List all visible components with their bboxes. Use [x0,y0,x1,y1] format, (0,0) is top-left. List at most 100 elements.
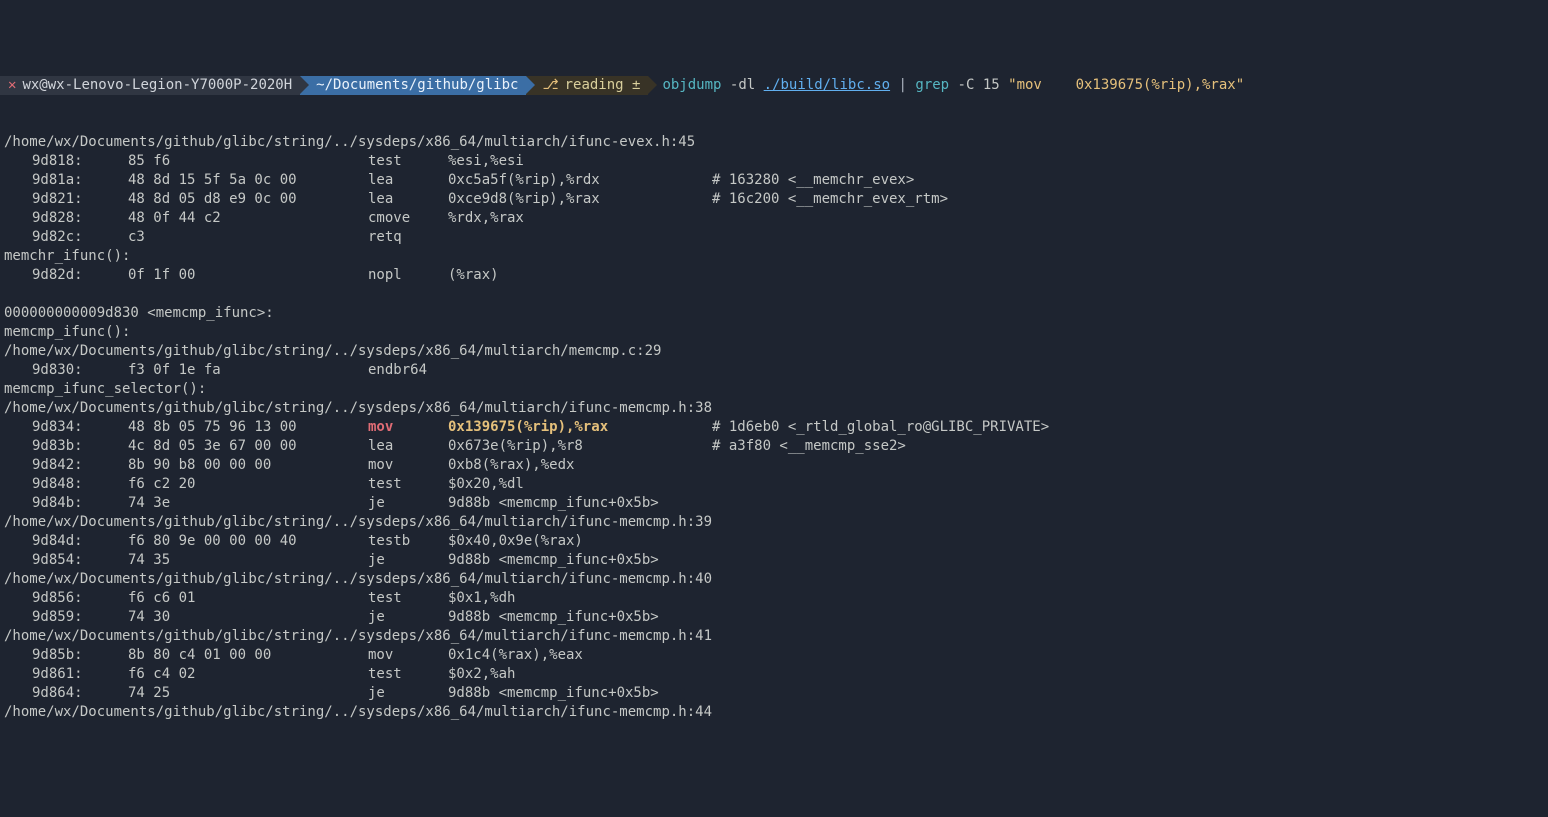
addr: 9d81a: [4,171,128,190]
addr: 9d83b: [4,437,128,456]
operands: 0x139675(%rip),%rax [448,418,712,437]
asm-line: 9d84d:f6 80 9e 00 00 00 40testb$0x40,0x9… [4,532,1544,551]
comment: # 163280 <__memchr_evex> [712,171,914,190]
asm-line: 9d848:f6 c2 20test$0x20,%dl [4,475,1544,494]
hex-bytes: 74 30 [128,608,368,627]
hex-bytes: 8b 90 b8 00 00 00 [128,456,368,475]
source-line: memcmp_ifunc_selector(): [4,380,1544,399]
shell-prompt[interactable]: ✕wx@wx-Lenovo-Legion-Y7000P-2020H ~/Docu… [0,76,1548,95]
addr: 9d859: [4,608,128,627]
prompt-branch-segment: ⎇reading ± [526,76,648,95]
asm-line: 9d84b:74 3eje9d88b <memcmp_ifunc+0x5b> [4,494,1544,513]
operands: 0xb8(%rax),%edx [448,456,712,475]
source-line: /home/wx/Documents/github/glibc/string/.… [4,627,1544,646]
hex-bytes: 4c 8d 05 3e 67 00 00 [128,437,368,456]
prompt-host-segment: ✕ wx@wx-Lenovo-Legion-Y7000P-2020H [0,76,300,95]
hex-bytes: 8b 80 c4 01 00 00 [128,646,368,665]
asm-line: 9d83b:4c 8d 05 3e 67 00 00lea0x673e(%rip… [4,437,1544,456]
addr: 9d834: [4,418,128,437]
mnemonic: mov [368,418,448,437]
mnemonic: retq [368,228,448,247]
output-line [4,285,1544,304]
asm-line: 9d856:f6 c6 01test$0x1,%dh [4,589,1544,608]
arg-path: ./build/libc.so [764,77,890,93]
mnemonic: test [368,152,448,171]
operands: 0xce9d8(%rip),%rax [448,190,712,209]
hex-bytes: 85 f6 [128,152,368,171]
asm-line: 9d842:8b 90 b8 00 00 00mov0xb8(%rax),%ed… [4,456,1544,475]
operands: %esi,%esi [448,152,712,171]
asm-line: 9d864:74 25je9d88b <memcmp_ifunc+0x5b> [4,684,1544,703]
operands: 9d88b <memcmp_ifunc+0x5b> [448,684,712,703]
addr: 9d830: [4,361,128,380]
mnemonic: testb [368,532,448,551]
operands: 0x673e(%rip),%r8 [448,437,712,456]
operands: 9d88b <memcmp_ifunc+0x5b> [448,494,712,513]
close-icon: ✕ [8,76,16,95]
addr: 9d842: [4,456,128,475]
source-line: /home/wx/Documents/github/glibc/string/.… [4,342,1544,361]
hex-bytes: f3 0f 1e fa [128,361,368,380]
hex-bytes: 48 8b 05 75 96 13 00 [128,418,368,437]
addr: 9d861: [4,665,128,684]
comment: # 1d6eb0 <_rtld_global_ro@GLIBC_PRIVATE> [712,418,1049,437]
mnemonic: mov [368,646,448,665]
addr: 9d864: [4,684,128,703]
addr: 9d82c: [4,228,128,247]
operands: 9d88b <memcmp_ifunc+0x5b> [448,551,712,570]
hex-bytes: f6 c4 02 [128,665,368,684]
asm-line: 9d818:85 f6test%esi,%esi [4,152,1544,171]
operands: $0x2,%ah [448,665,712,684]
addr: 9d84b: [4,494,128,513]
mnemonic: cmove [368,209,448,228]
source-line: /home/wx/Documents/github/glibc/string/.… [4,703,1544,722]
mnemonic: je [368,494,448,513]
asm-line: 9d81a:48 8d 15 5f 5a 0c 00lea0xc5a5f(%ri… [4,171,1544,190]
mnemonic: mov [368,456,448,475]
hex-bytes: 48 8d 05 d8 e9 0c 00 [128,190,368,209]
hex-bytes: c3 [128,228,368,247]
host-text: wx@wx-Lenovo-Legion-Y7000P-2020H [22,76,292,95]
grep-pattern: "mov 0x139675(%rip),%rax" [1008,77,1244,93]
mnemonic: lea [368,437,448,456]
addr: 9d85b: [4,646,128,665]
mnemonic: test [368,665,448,684]
cmd-grep: grep [915,77,949,93]
operands: $0x20,%dl [448,475,712,494]
hex-bytes: f6 80 9e 00 00 00 40 [128,532,368,551]
hex-bytes: 48 0f 44 c2 [128,209,368,228]
asm-line: 9d821:48 8d 05 d8 e9 0c 00lea0xce9d8(%ri… [4,190,1544,209]
addr: 9d82d: [4,266,128,285]
addr: 9d854: [4,551,128,570]
asm-line: 9d828:48 0f 44 c2cmove%rdx,%rax [4,209,1544,228]
terminal-output[interactable]: /home/wx/Documents/github/glibc/string/.… [0,133,1548,722]
hex-bytes: f6 c6 01 [128,589,368,608]
asm-line: 9d82c:c3retq [4,228,1544,247]
addr: 9d828: [4,209,128,228]
hex-bytes: 0f 1f 00 [128,266,368,285]
mnemonic: nopl [368,266,448,285]
comment: # a3f80 <__memcmp_sse2> [712,437,906,456]
source-line: memchr_ifunc(): [4,247,1544,266]
operands: (%rax) [448,266,712,285]
comment: # 16c200 <__memchr_evex_rtm> [712,190,948,209]
pipe: | [899,77,907,93]
mnemonic: test [368,589,448,608]
branch-text: reading ± [565,76,641,95]
operands: 0x1c4(%rax),%eax [448,646,712,665]
operands: $0x1,%dh [448,589,712,608]
addr: 9d818: [4,152,128,171]
mnemonic: lea [368,190,448,209]
operands: $0x40,0x9e(%rax) [448,532,712,551]
asm-line: 9d859:74 30je9d88b <memcmp_ifunc+0x5b> [4,608,1544,627]
asm-line: 9d82d:0f 1f 00nopl(%rax) [4,266,1544,285]
mnemonic: endbr64 [368,361,448,380]
asm-line-highlighted: 9d834:48 8b 05 75 96 13 00mov0x139675(%r… [4,418,1544,437]
cmd-objdump: objdump [662,77,721,93]
hex-bytes: f6 c2 20 [128,475,368,494]
asm-line: 9d85b:8b 80 c4 01 00 00mov0x1c4(%rax),%e… [4,646,1544,665]
source-line: 000000000009d830 <memcmp_ifunc>: [4,304,1544,323]
source-line: /home/wx/Documents/github/glibc/string/.… [4,133,1544,152]
mnemonic: lea [368,171,448,190]
operands: 9d88b <memcmp_ifunc+0x5b> [448,608,712,627]
